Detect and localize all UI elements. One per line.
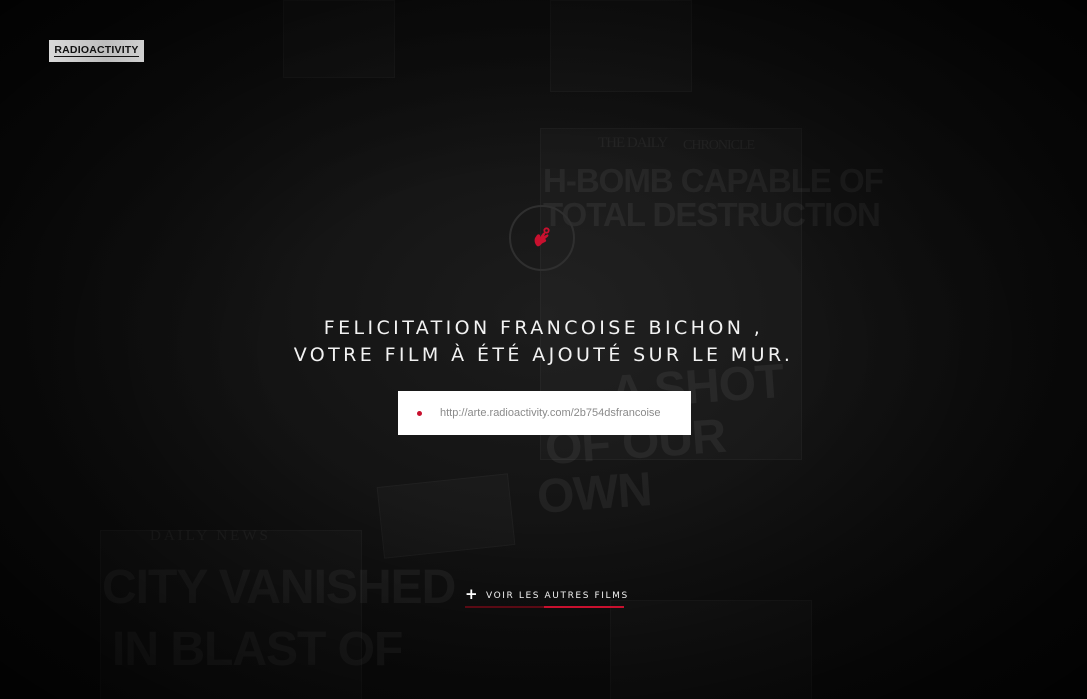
- bg-paper: [377, 473, 516, 558]
- radioactivity-logo[interactable]: RADIOACTIVITY: [49, 40, 144, 62]
- bg-headline: The Daily: [598, 135, 668, 151]
- share-url-field[interactable]: http://arte.radioactivity.com/2b754dsfra…: [398, 391, 691, 435]
- cta-underline-accent: [544, 606, 624, 608]
- page: The Daily Chronicle H-BOMB CAPABLE OF TO…: [0, 0, 1087, 699]
- bg-paper: [610, 600, 812, 699]
- share-url-text[interactable]: http://arte.radioactivity.com/2b754dsfra…: [440, 407, 661, 419]
- bg-paper: [550, 0, 692, 92]
- bg-headline: Chronicle: [683, 138, 755, 153]
- plus-icon: +: [465, 585, 478, 603]
- bg-headline: H-BOMB CAPABLE OF: [543, 162, 884, 199]
- bg-paper: [100, 530, 362, 699]
- url-bullet-icon: [417, 410, 422, 416]
- logo-text: RADIOACTIVITY: [54, 44, 139, 57]
- bg-headline: OWN: [535, 463, 654, 524]
- bg-headline: CITY VANISHED: [102, 561, 456, 614]
- bg-paper: [283, 0, 395, 78]
- success-badge: [509, 205, 575, 271]
- see-other-films-link[interactable]: + VOIR LES AUTRES FILMS: [465, 585, 627, 608]
- see-other-films-label: VOIR LES AUTRES FILMS: [486, 591, 629, 601]
- bg-headline: TOTAL DESTRUCTION: [543, 196, 881, 233]
- bg-headline: IN BLAST OF: [112, 623, 403, 676]
- confirmation-line-1: FELICITATION FRANCOISE BICHON ,: [323, 317, 764, 339]
- bg-headline: DAILY NEWS: [150, 528, 271, 544]
- confirmation-line-2: VOTRE FILM À ÉTÉ AJOUTÉ SUR LE MUR.: [293, 344, 794, 366]
- hand-ok-icon: [534, 227, 550, 247]
